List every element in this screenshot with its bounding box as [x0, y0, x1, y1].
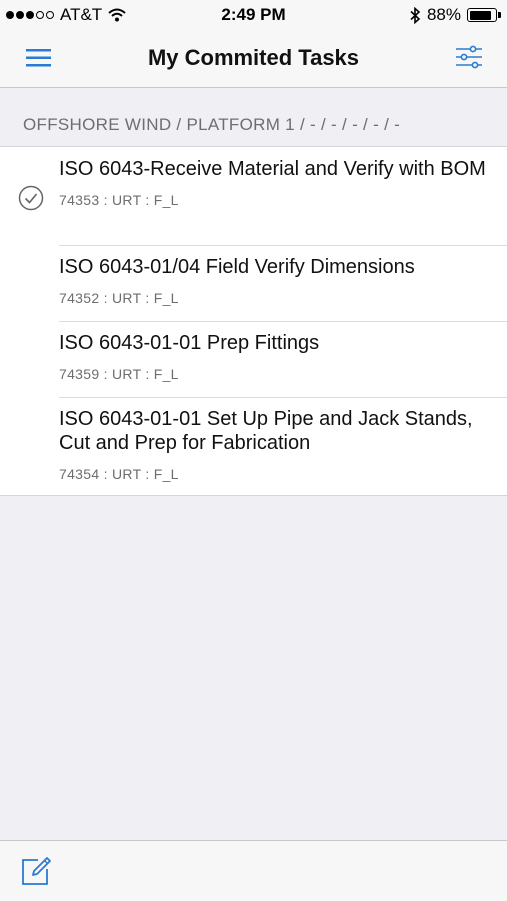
battery-percent: 88%	[426, 5, 461, 24]
list-item[interactable]: ISO 6043-01-01 Set Up Pipe and Jack Stan…	[0, 397, 507, 495]
status-right: 88%	[410, 5, 501, 25]
task-list: ISO 6043-Receive Material and Verify wit…	[0, 146, 507, 496]
task-subtitle: 74353 : URT : F_L	[59, 192, 179, 208]
task-subtitle: 74354 : URT : F_L	[59, 466, 179, 482]
status-bar: AT&T 2:49 PM 88%	[0, 0, 507, 30]
task-title: ISO 6043-01-01 Set Up Pipe and Jack Stan…	[59, 408, 473, 454]
list-item[interactable]: ISO 6043-01/04 Field Verify Dimensions 7…	[0, 245, 507, 321]
list-item[interactable]: ISO 6043-Receive Material and Verify wit…	[0, 147, 507, 245]
task-title: ISO 6043-Receive Material and Verify wit…	[59, 158, 486, 180]
bottom-toolbar	[0, 840, 507, 901]
task-title: ISO 6043-01-01 Prep Fittings	[59, 332, 320, 354]
checkmark-circle-icon[interactable]	[18, 185, 44, 211]
section-header: OFFSHORE WIND / PLATFORM 1 / - / - / - /…	[23, 115, 401, 134]
list-item[interactable]: ISO 6043-01-01 Prep Fittings 74359 : URT…	[0, 321, 507, 397]
bluetooth-icon	[410, 6, 421, 24]
battery-icon	[467, 8, 501, 22]
page-title: My Commited Tasks	[147, 45, 360, 70]
filter-sliders-icon[interactable]	[455, 44, 483, 70]
compose-icon[interactable]	[20, 855, 52, 887]
navigation-bar: My Commited Tasks	[0, 30, 507, 88]
task-subtitle: 74352 : URT : F_L	[59, 290, 179, 306]
task-title: ISO 6043-01/04 Field Verify Dimensions	[59, 256, 415, 278]
task-subtitle: 74359 : URT : F_L	[59, 366, 179, 382]
